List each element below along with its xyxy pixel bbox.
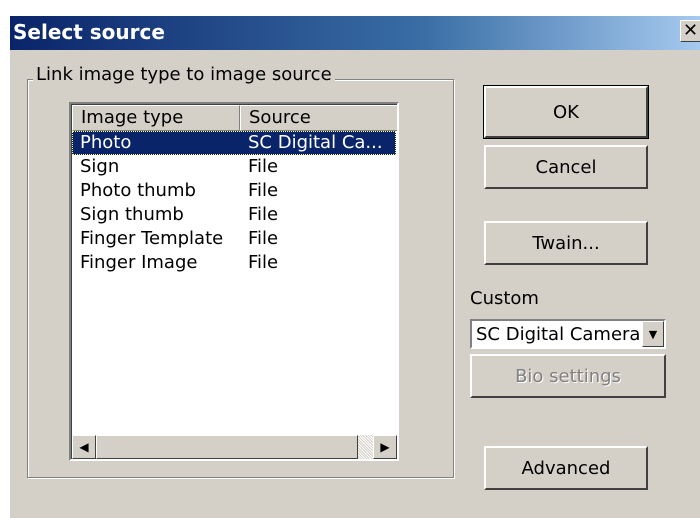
cell-source: File bbox=[248, 228, 279, 249]
cell-source: File bbox=[248, 156, 279, 177]
cancel-button[interactable]: Cancel bbox=[484, 145, 648, 189]
groupbox-legend: Link image type to image source bbox=[33, 64, 335, 85]
custom-source-value: SC Digital Camera bbox=[476, 324, 641, 345]
cell-image-type: Sign bbox=[80, 156, 120, 177]
image-source-list[interactable]: Image type Source Photo SC Digital Ca...… bbox=[69, 102, 399, 461]
bio-settings-button[interactable]: Bio settings bbox=[470, 354, 666, 398]
cell-image-type: Sign thumb bbox=[80, 204, 184, 225]
list-row-finger-image[interactable]: Finger Image File bbox=[72, 251, 397, 275]
cell-source: SC Digital Ca... bbox=[248, 132, 383, 153]
column-header-source[interactable]: Source bbox=[240, 105, 397, 131]
close-button[interactable]: ✕ bbox=[680, 20, 700, 42]
list-row-photo[interactable]: Photo SC Digital Ca... bbox=[72, 131, 396, 155]
list-header: Image type Source bbox=[72, 105, 397, 131]
close-icon: ✕ bbox=[682, 20, 699, 41]
scrollbar-thumb[interactable] bbox=[96, 435, 358, 459]
scroll-right-button[interactable]: ▶ bbox=[373, 435, 397, 459]
dropdown-arrow-button[interactable]: ▼ bbox=[642, 321, 664, 347]
twain-button[interactable]: Twain... bbox=[484, 221, 648, 265]
ok-button[interactable]: OK bbox=[483, 85, 649, 139]
custom-source-dropdown[interactable]: SC Digital Camera ▼ bbox=[470, 319, 666, 349]
list-inner: Image type Source Photo SC Digital Ca...… bbox=[71, 104, 397, 459]
triangle-right-icon: ▶ bbox=[380, 440, 390, 454]
cell-image-type: Finger Template bbox=[80, 228, 224, 249]
column-header-image-type[interactable]: Image type bbox=[72, 105, 240, 131]
list-row-photo-thumb[interactable]: Photo thumb File bbox=[72, 179, 397, 203]
custom-label: Custom bbox=[470, 288, 539, 309]
cell-image-type: Photo bbox=[80, 132, 132, 153]
cell-image-type: Finger Image bbox=[80, 252, 198, 273]
window-title: Select source bbox=[13, 20, 165, 44]
chevron-down-icon: ▼ bbox=[648, 327, 658, 341]
cell-source: File bbox=[248, 180, 279, 201]
list-row-sign[interactable]: Sign File bbox=[72, 155, 397, 179]
list-row-finger-template[interactable]: Finger Template File bbox=[72, 227, 397, 251]
cell-image-type: Photo thumb bbox=[80, 180, 196, 201]
horizontal-scrollbar[interactable]: ◀ ▶ bbox=[72, 435, 397, 459]
cell-source: File bbox=[248, 252, 279, 273]
triangle-left-icon: ◀ bbox=[79, 440, 89, 454]
advanced-button[interactable]: Advanced bbox=[484, 446, 648, 490]
cell-source: File bbox=[248, 204, 279, 225]
scroll-left-button[interactable]: ◀ bbox=[72, 435, 96, 459]
title-bar[interactable]: Select source ✕ bbox=[10, 16, 700, 50]
scrollbar-track[interactable] bbox=[96, 435, 373, 459]
list-row-sign-thumb[interactable]: Sign thumb File bbox=[72, 203, 397, 227]
